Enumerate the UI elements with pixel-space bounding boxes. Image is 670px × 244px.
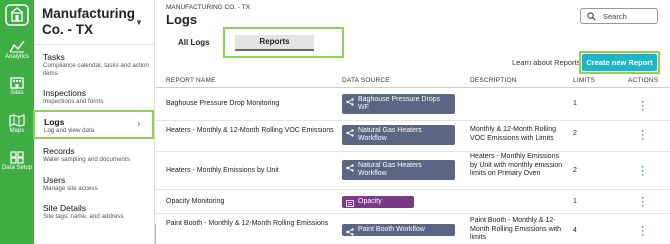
reports-tab-highlight: Reports xyxy=(223,27,344,58)
sidebar-item-subtitle: Compliance calendar, tasks and action it… xyxy=(43,62,149,77)
workflow-icon xyxy=(346,129,354,137)
sidebar-item-title: Inspections xyxy=(43,88,86,98)
sidebar-item-subtitle: Inspections and forms xyxy=(43,98,104,105)
report-name[interactable]: Heaters - Monthly Emissions by Unit xyxy=(166,167,336,176)
row-actions-menu-icon[interactable]: · · · xyxy=(640,163,646,180)
data-source-label: Natural Gas Heaters Workflow xyxy=(358,162,422,177)
data-source-label: Opacity xyxy=(358,198,382,205)
rail-label-analytics: Analytics xyxy=(4,54,29,60)
data-source-chip[interactable]: Opacity xyxy=(342,196,414,208)
column-header-data-source[interactable]: DATA SOURCE xyxy=(342,77,390,84)
sidebar-item-subtitle: Log and view data xyxy=(44,127,95,134)
data-source-label: Baghouse Pressure Drops WF xyxy=(358,96,441,111)
main-content: MANUFACTURING CO. - TX Logs Search All L… xyxy=(156,0,670,244)
rail-item-maps[interactable]: Maps xyxy=(0,114,34,134)
rail-label-maps: Maps xyxy=(9,128,25,134)
report-description: Monthly & 12-Month Rolling VOC Emissions… xyxy=(470,126,556,142)
column-header-actions: ACTIONS xyxy=(628,77,659,84)
table-row[interactable]: Opacity Monitoring Opacity 1 · · · xyxy=(156,190,670,214)
column-header-limits[interactable]: LIMITS xyxy=(573,77,595,84)
row-actions-menu-icon[interactable]: · · · xyxy=(640,127,646,144)
company-name[interactable]: Manufacturing Co. - TX xyxy=(42,6,135,38)
rail-label-data-setup: Data Setup xyxy=(1,165,33,171)
rail-item-sites[interactable]: Sites xyxy=(0,76,34,96)
divider xyxy=(34,44,154,45)
sidebar-item-site-details[interactable]: Site Details Site tags, name, and addres… xyxy=(34,203,155,221)
sidebar-item-title: Users xyxy=(43,175,66,185)
report-limits: 4 xyxy=(573,227,577,234)
row-actions-menu-icon[interactable]: · · · xyxy=(640,98,646,115)
table-row[interactable]: Heaters - Monthly Emissions by Unit Natu… xyxy=(156,152,670,190)
sidebar-item-logs[interactable]: Logs Log and view data › xyxy=(33,110,154,139)
rail-label-sites: Sites xyxy=(10,90,24,96)
page-title: Logs xyxy=(166,12,198,27)
data-source-chip[interactable]: Natural Gas Heaters Workflow xyxy=(342,160,455,180)
report-limits: 2 xyxy=(573,167,577,174)
form-icon xyxy=(346,200,354,207)
data-source-chip[interactable]: Natural Gas Heaters Workflow xyxy=(342,125,455,145)
sidebar-item-subtitle: Site tags, name, and address xyxy=(43,213,124,220)
sidebar-item-subtitle: Water sampling and documents xyxy=(43,156,130,163)
row-actions-menu-icon[interactable]: · · · xyxy=(640,223,646,240)
search-icon xyxy=(587,12,596,21)
chart-icon xyxy=(9,40,25,53)
sidebar-item-title: Tasks xyxy=(43,52,65,62)
data-source-chip[interactable]: Paint Booth Workflow xyxy=(342,224,455,236)
column-header-report-name[interactable]: REPORT NAME xyxy=(166,77,216,84)
tab-reports[interactable]: Reports xyxy=(235,35,314,51)
table-header: REPORT NAME DATA SOURCE DESCRIPTION LIMI… xyxy=(156,75,670,88)
column-header-description[interactable]: DESCRIPTION xyxy=(470,77,517,84)
report-name[interactable]: Baghouse Pressure Drop Monitoring xyxy=(166,100,336,109)
create-button-highlight: Create new Report xyxy=(579,51,660,74)
breadcrumb: MANUFACTURING CO. - TX xyxy=(166,4,251,11)
tab-all-logs[interactable]: All Logs xyxy=(178,38,210,47)
sidebar-item-inspections[interactable]: Inspections Inspections and forms xyxy=(34,88,155,106)
sidebar: Manufacturing Co. - TX ▼ Tasks Complianc… xyxy=(33,0,155,244)
data-source-label: Paint Booth Workflow xyxy=(358,226,425,233)
chevron-right-icon: › xyxy=(137,119,140,128)
report-limits: 1 xyxy=(573,198,577,205)
learn-about-reports-link[interactable]: Learn about Reports xyxy=(512,58,580,67)
sidebar-item-title: Records xyxy=(43,146,75,156)
row-actions-menu-icon[interactable]: · · · xyxy=(640,194,646,211)
report-name[interactable]: Opacity Monitoring xyxy=(166,198,336,207)
create-new-report-button[interactable]: Create new Report xyxy=(582,54,657,71)
search-input[interactable]: Search xyxy=(580,8,658,24)
report-name[interactable]: Paint Booth - Monthly & 12-Month Rolling… xyxy=(166,220,336,229)
sidebar-item-tasks[interactable]: Tasks Compliance calendar, tasks and act… xyxy=(34,52,155,77)
search-placeholder: Search xyxy=(603,12,627,21)
data-source-label: Natural Gas Heaters Workflow xyxy=(358,127,422,142)
data-source-chip[interactable]: Baghouse Pressure Drops WF xyxy=(342,94,455,114)
report-limits: 2 xyxy=(573,130,577,137)
workflow-icon xyxy=(346,164,354,172)
rail-item-data-setup[interactable]: Data Setup xyxy=(0,151,34,171)
chevron-down-icon[interactable]: ▼ xyxy=(135,18,143,27)
map-icon xyxy=(9,114,25,127)
workflow-icon xyxy=(346,98,354,106)
grid-icon xyxy=(10,151,24,164)
report-limits: 1 xyxy=(573,100,577,107)
sidebar-item-title: Logs xyxy=(44,117,65,127)
table-row[interactable]: Paint Booth - Monthly & 12-Month Rolling… xyxy=(156,214,670,244)
table-row[interactable]: Heaters - Monthly & 12-Month Rolling VOC… xyxy=(156,121,670,152)
sidebar-item-title: Site Details xyxy=(43,203,86,213)
building-icon xyxy=(10,77,24,89)
workflow-icon xyxy=(346,228,354,236)
report-name[interactable]: Heaters - Monthly & 12-Month Rolling VOC… xyxy=(166,127,336,136)
report-description: Paint Booth - Monthly & 12-Month Rolling… xyxy=(470,217,562,241)
sidebar-item-subtitle: Manage site access xyxy=(43,185,98,192)
app-rail: Analytics Sites Maps Data Setup xyxy=(0,0,34,244)
table-row[interactable]: Baghouse Pressure Drop Monitoring Baghou… xyxy=(156,89,670,121)
app-logo[interactable] xyxy=(5,4,29,26)
rail-item-analytics[interactable]: Analytics xyxy=(0,40,34,60)
sidebar-item-users[interactable]: Users Manage site access xyxy=(34,175,155,193)
report-description: Heaters - Monthly Emissions by Unit with… xyxy=(470,153,563,177)
sidebar-item-records[interactable]: Records Water sampling and documents xyxy=(34,146,155,164)
